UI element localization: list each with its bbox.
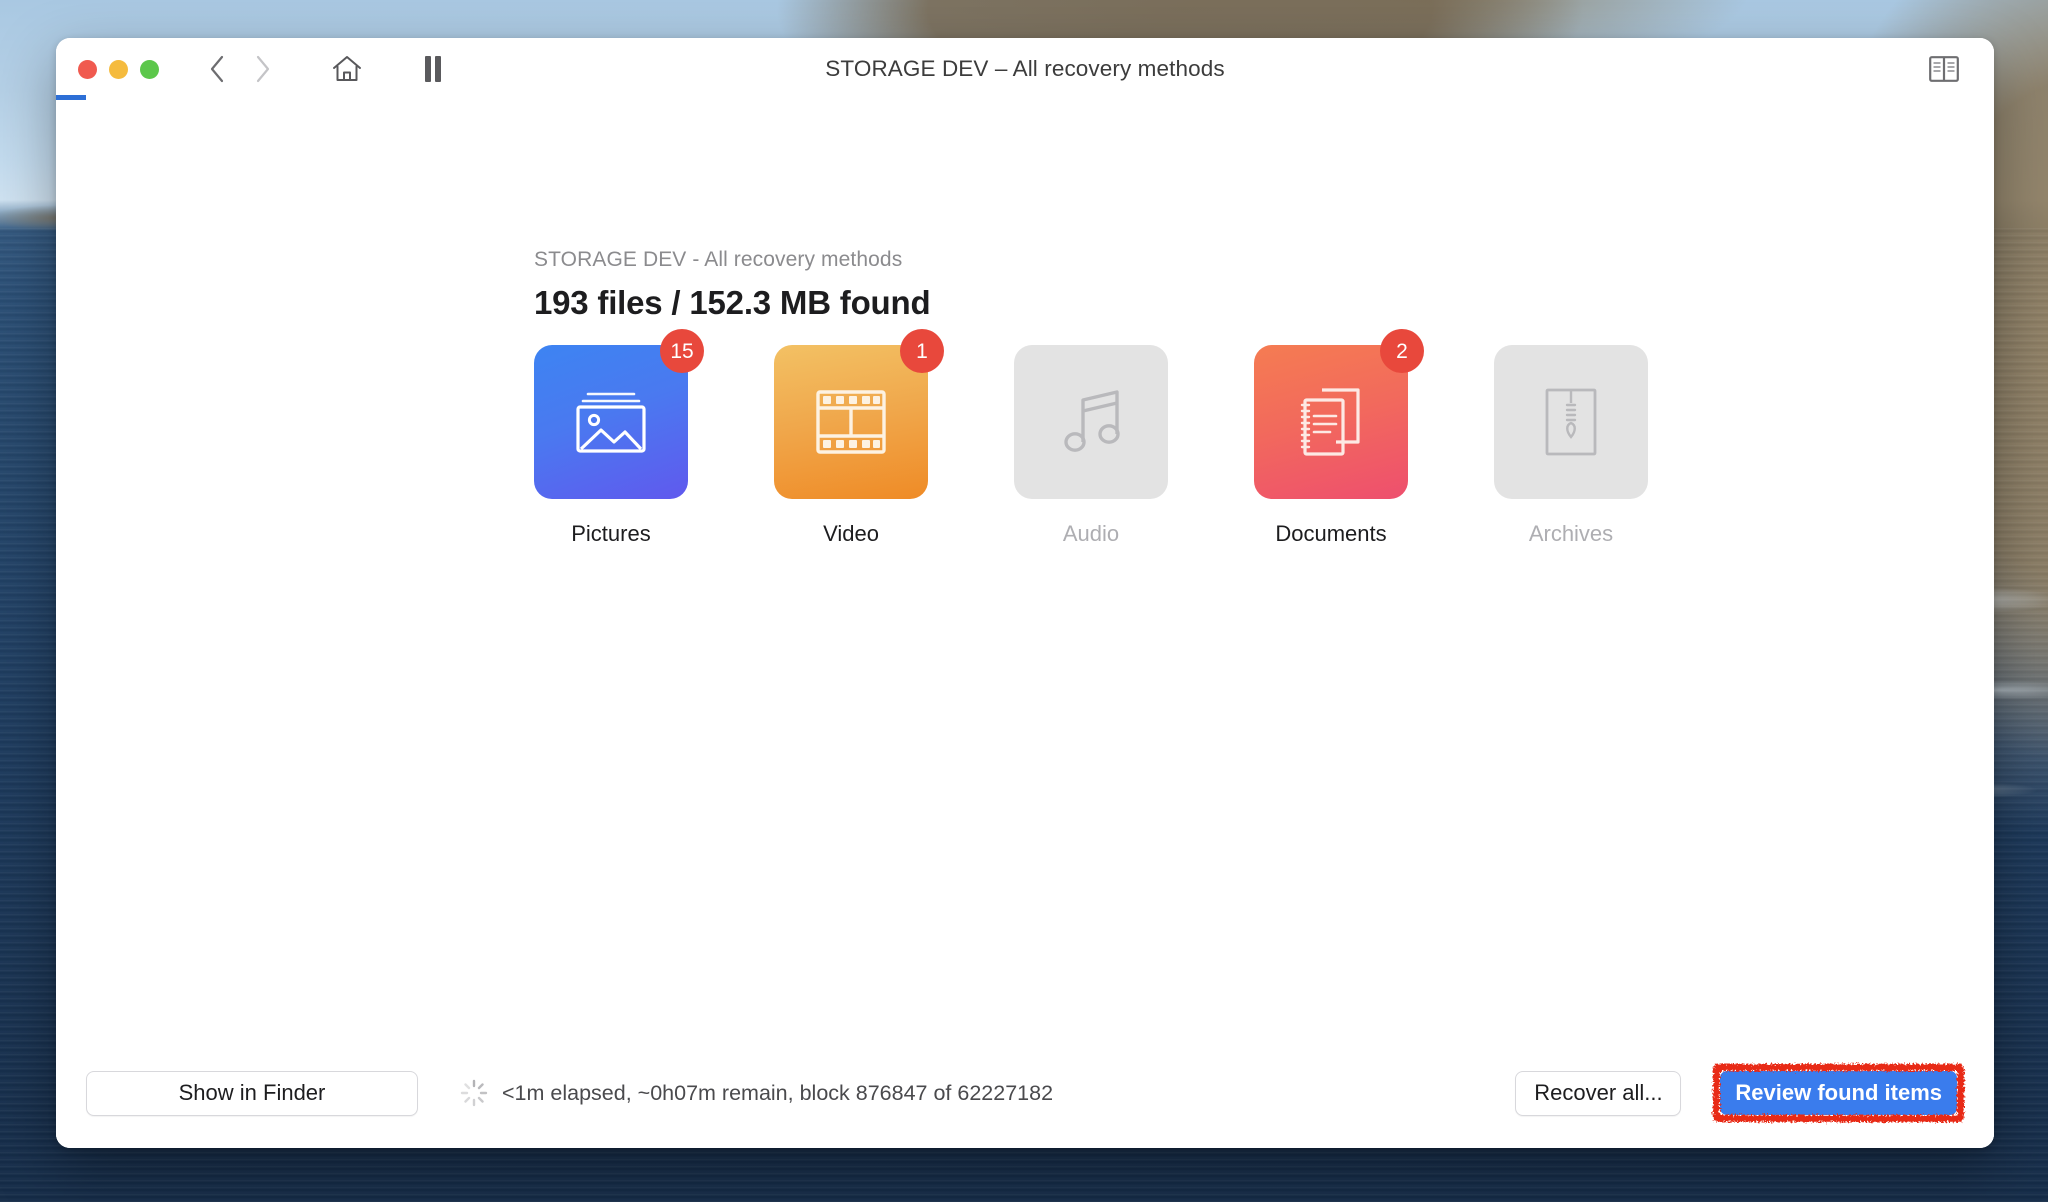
- show-in-finder-button[interactable]: Show in Finder: [86, 1070, 418, 1116]
- home-button[interactable]: [325, 47, 369, 91]
- documents-label: Documents: [1275, 521, 1387, 546]
- pause-button[interactable]: [411, 47, 455, 91]
- category-audio: Audio: [1014, 345, 1168, 547]
- header-title: 193 files / 152.3 MB found: [534, 284, 931, 321]
- pictures-label: Pictures: [571, 521, 651, 546]
- video-label: Video: [823, 521, 879, 546]
- chevron-left-icon: [210, 55, 224, 83]
- image-icon: [576, 392, 646, 453]
- documents-icon: [1300, 388, 1360, 456]
- title-bar: STORAGE DEV – All recovery methods: [56, 38, 1994, 100]
- category-pictures[interactable]: 15 Pictures: [534, 329, 704, 547]
- pause-icon: [425, 56, 441, 82]
- traffic-lights: [78, 59, 159, 79]
- pictures-badge: 15: [660, 329, 704, 373]
- forward-button[interactable]: [241, 47, 285, 91]
- archives-tile: [1494, 345, 1648, 499]
- music-note-icon: [1064, 390, 1120, 452]
- video-badge: 1: [900, 329, 944, 373]
- recover-all-button[interactable]: Recover all...: [1515, 1070, 1682, 1116]
- scan-status-text: <1m elapsed, ~0h07m remain, block 876847…: [502, 1080, 1054, 1105]
- header-subtitle: STORAGE DEV - All recovery methods: [534, 248, 903, 271]
- documents-tile[interactable]: 2: [1254, 329, 1424, 499]
- video-tile[interactable]: 1: [774, 329, 944, 499]
- category-documents[interactable]: 2 Documents: [1254, 329, 1424, 547]
- archives-label: Archives: [1528, 521, 1614, 546]
- review-found-items-button[interactable]: Review found items: [1720, 1071, 1957, 1115]
- category-row: 15 Pictures 1 Video Audio 2 Documents Ar…: [534, 329, 1648, 547]
- main-content: STORAGE DEV - All recovery methods 193 f…: [56, 100, 1994, 1148]
- close-window-button[interactable]: [78, 59, 97, 79]
- pictures-tile[interactable]: 15: [534, 329, 704, 499]
- documents-badge: 2: [1380, 329, 1424, 373]
- category-archives: Archives: [1494, 345, 1648, 547]
- book-icon: [1929, 56, 1959, 82]
- maximize-window-button[interactable]: [140, 59, 159, 79]
- manual-button[interactable]: [1922, 47, 1966, 91]
- chevron-right-icon: [256, 55, 270, 83]
- status-group: <1m elapsed, ~0h07m remain, block 876847…: [460, 1079, 1053, 1107]
- spinner-icon: [460, 1079, 488, 1107]
- bottom-toolbar: Show in Finder <1m elapsed, ~0h07m remai: [56, 1038, 1994, 1148]
- minimize-window-button[interactable]: [109, 59, 128, 79]
- review-button-wrapper: Review found items: [1713, 1064, 1964, 1122]
- primary-actions-group: Recover all... Review found items: [1515, 1064, 1964, 1122]
- audio-label: Audio: [1062, 521, 1120, 546]
- zip-icon: [1545, 388, 1597, 456]
- home-icon: [333, 56, 361, 81]
- audio-tile: [1014, 345, 1168, 499]
- category-video[interactable]: 1 Video: [774, 329, 944, 547]
- filmstrip-icon: [816, 390, 886, 454]
- application-window: STORAGE DEV – All recovery methods STORA…: [56, 38, 1994, 1148]
- navigation-group: [195, 47, 285, 91]
- header-block: STORAGE DEV - All recovery methods 193 f…: [534, 248, 931, 322]
- back-button[interactable]: [195, 47, 239, 91]
